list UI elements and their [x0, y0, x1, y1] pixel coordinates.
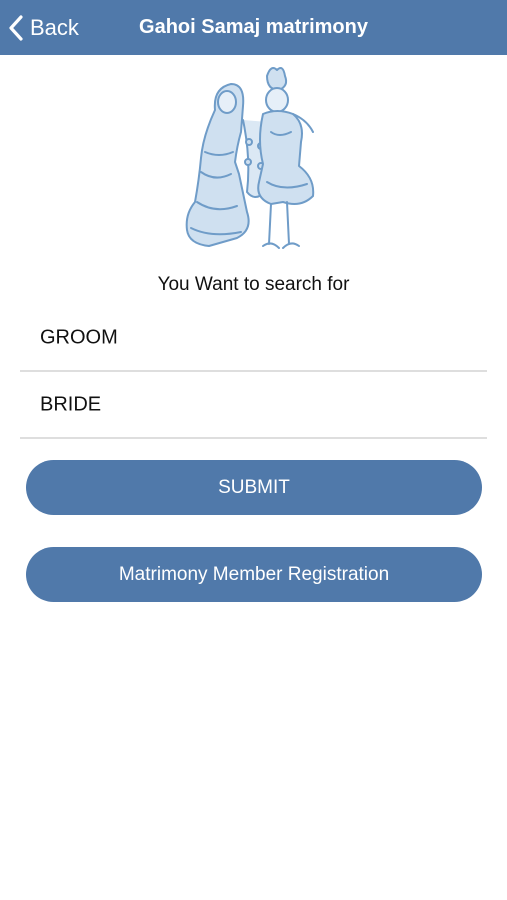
bride-option[interactable]: BRIDE	[20, 372, 487, 439]
navigation-bar: Back Gahoi Samaj matrimony	[0, 0, 507, 55]
member-registration-button[interactable]: Matrimony Member Registration	[26, 547, 482, 602]
submit-button[interactable]: SUBMIT	[26, 460, 482, 515]
groom-option-label: GROOM	[40, 326, 118, 348]
bride-groom-illustration-icon	[185, 67, 315, 249]
chevron-left-icon	[9, 14, 23, 41]
back-label: Back	[30, 14, 79, 40]
back-button[interactable]: Back	[8, 0, 79, 55]
app-screen: Back Gahoi Samaj matrimony You Want to s…	[0, 0, 507, 900]
bride-option-label: BRIDE	[40, 393, 102, 415]
search-prompt: You Want to search for	[157, 274, 350, 295]
groom-option[interactable]: GROOM	[20, 305, 487, 372]
